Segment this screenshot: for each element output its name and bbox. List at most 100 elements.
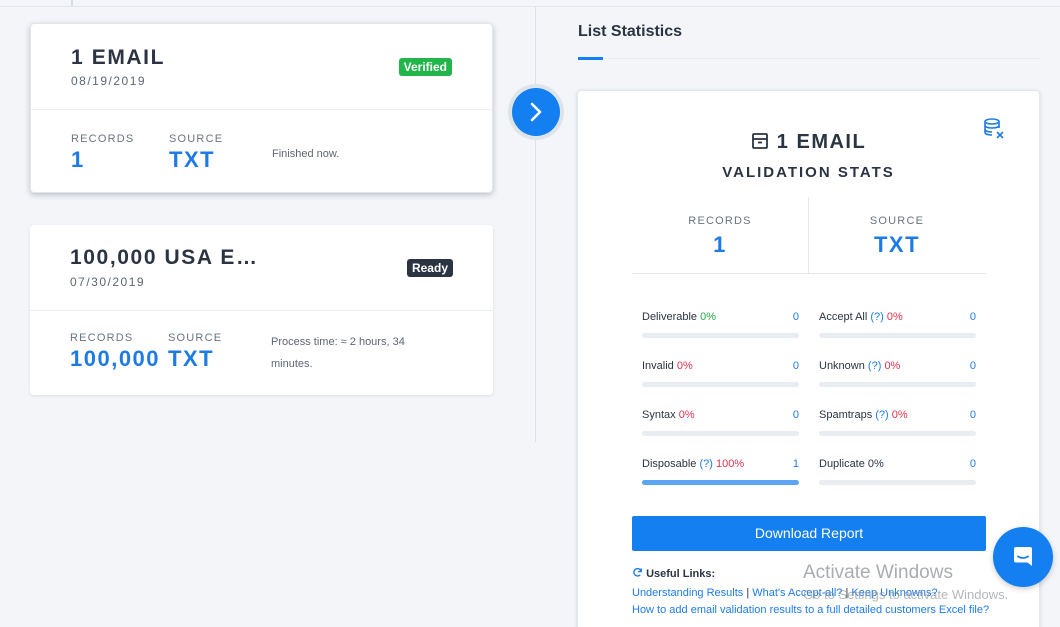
list-card-1[interactable]: 1 EMAIL 08/19/2019 Verified RECORDS 1 SO… [30, 23, 493, 193]
help-link[interactable]: (?) [868, 360, 881, 372]
panel-title-line [603, 58, 1040, 59]
stat-name: Duplicate [819, 458, 865, 470]
stat-progress-bar [642, 382, 799, 387]
stat-count: 0 [969, 458, 976, 470]
stat-name: Invalid [642, 360, 674, 372]
stat-percent: 0% [867, 458, 884, 470]
stat-name: Disposable [642, 458, 697, 470]
list-date: 07/30/2019 [70, 275, 146, 289]
records-source-summary: RECORDS 1 SOURCE TXT [632, 197, 986, 274]
chevron-right-icon [530, 102, 542, 122]
list-title: 100,000 USA E… [70, 246, 259, 269]
stat-label: Syntax 0% [642, 409, 695, 421]
useful-links-heading: Useful Links: [632, 567, 715, 580]
stat-progress-fill [642, 480, 799, 485]
stat-invalid: Invalid 0% 0 [642, 360, 799, 390]
records-label: RECORDS [70, 332, 134, 344]
source-label: SOURCE [169, 133, 224, 145]
stat-name: Spamtraps [819, 409, 873, 421]
stat-count: 0 [969, 360, 976, 372]
chat-icon [1014, 547, 1032, 566]
open-list-button[interactable] [508, 84, 564, 140]
stat-progress-bar [819, 382, 976, 387]
stat-name: Deliverable [642, 311, 698, 323]
stat-unknown: Unknown (?) 0% 0 [819, 360, 976, 390]
stat-percent: 0% [678, 409, 695, 421]
records-value: 1 [713, 232, 727, 257]
stat-count: 0 [969, 311, 976, 323]
records-value: 1 [71, 147, 85, 172]
stat-progress-bar [819, 480, 976, 485]
stat-percent: 0% [700, 311, 716, 323]
stat-name: Syntax [642, 409, 676, 421]
panel-title: List Statistics [578, 23, 683, 40]
stat-count: 0 [792, 409, 799, 421]
status-badge: Verified [398, 58, 452, 76]
source-label: SOURCE [168, 332, 223, 344]
source-summary: SOURCE TXT [809, 215, 985, 258]
list-card-header: 1 EMAIL 08/19/2019 Verified [31, 24, 492, 110]
stat-label: Accept All (?) 0% [819, 311, 903, 323]
stat-label: Deliverable 0% [642, 311, 716, 323]
panel-title-underline [578, 57, 603, 60]
status-badge: Ready [406, 259, 453, 277]
list-card-body: RECORDS 1 SOURCE TXT Finished now. [31, 110, 492, 192]
top-tick [71, 0, 73, 6]
activate-windows-title: Activate Windows [803, 562, 953, 583]
stat-progress-bar [819, 431, 976, 436]
stat-progress-bar [642, 480, 799, 485]
stat-label: Spamtraps (?) 0% [819, 409, 908, 421]
stat-name: Accept All [819, 311, 868, 323]
stat-spamtraps: Spamtraps (?) 0% 0 [819, 409, 976, 439]
stat-disposable: Disposable (?) 100% 1 [642, 458, 799, 488]
database-remove-icon[interactable] [983, 117, 1005, 144]
stat-duplicate: Duplicate 0% 0 [819, 458, 976, 488]
records-summary: RECORDS 1 [632, 215, 808, 258]
stat-label: Duplicate 0% [819, 458, 884, 470]
stat-label: Unknown (?) 0% [819, 360, 900, 372]
top-divider [0, 6, 1060, 7]
stat-progress-bar [819, 333, 976, 338]
link-understanding-results[interactable]: Understanding Results [632, 587, 743, 599]
list-status-text: Finished now. [272, 148, 340, 160]
stats-title: 1 EMAIL [776, 131, 867, 153]
list-date: 08/19/2019 [71, 74, 147, 88]
stat-progress-bar [642, 333, 799, 338]
list-card-body: RECORDS 100,000 SOURCE TXT Process time:… [30, 311, 493, 393]
stat-count: 0 [792, 360, 799, 372]
link-excel-guide[interactable]: How to add email validation results to a… [632, 604, 989, 616]
source-value: TXT [873, 232, 921, 257]
stat-count: 0 [792, 311, 799, 323]
records-value: 100,000 [70, 346, 161, 371]
stat-percent: 0% [886, 311, 903, 323]
stat-percent: 100% [716, 458, 745, 470]
stat-percent: 0% [891, 409, 908, 421]
stat-deliverable: Deliverable 0% 0 [642, 311, 799, 341]
stat-count: 1 [792, 458, 799, 470]
source-label: SOURCE [869, 215, 925, 227]
stats-title-row: 1 EMAIL [578, 131, 1039, 156]
stat-percent: 0% [676, 360, 693, 372]
validation-stats-card: 1 EMAIL VALIDATION STATS RECORDS 1 SOURC… [577, 90, 1040, 627]
archive-icon [751, 132, 769, 156]
help-link[interactable]: (?) [870, 311, 883, 323]
stat-syntax: Syntax 0% 0 [642, 409, 799, 439]
list-card-header: 100,000 USA E… 07/30/2019 Ready [30, 225, 493, 311]
list-title: 1 EMAIL [71, 46, 166, 69]
records-label: RECORDS [688, 215, 752, 227]
help-link[interactable]: (?) [699, 458, 712, 470]
download-report-button[interactable]: Download Report [632, 516, 986, 551]
chat-button[interactable] [993, 527, 1053, 587]
records-label: RECORDS [71, 133, 135, 145]
source-value: TXT [169, 147, 216, 172]
useful-links-label: Useful Links: [646, 568, 716, 580]
stat-label: Disposable (?) 100% [642, 458, 744, 470]
refresh-icon [633, 567, 642, 577]
stat-count: 0 [969, 409, 976, 421]
source-value: TXT [168, 346, 215, 371]
help-link[interactable]: (?) [875, 409, 888, 421]
list-card-2[interactable]: 100,000 USA E… 07/30/2019 Ready RECORDS … [30, 225, 493, 395]
stat-accept-all: Accept All (?) 0% 0 [819, 311, 976, 341]
stat-progress-bar [642, 431, 799, 436]
stat-label: Invalid 0% [642, 360, 693, 372]
